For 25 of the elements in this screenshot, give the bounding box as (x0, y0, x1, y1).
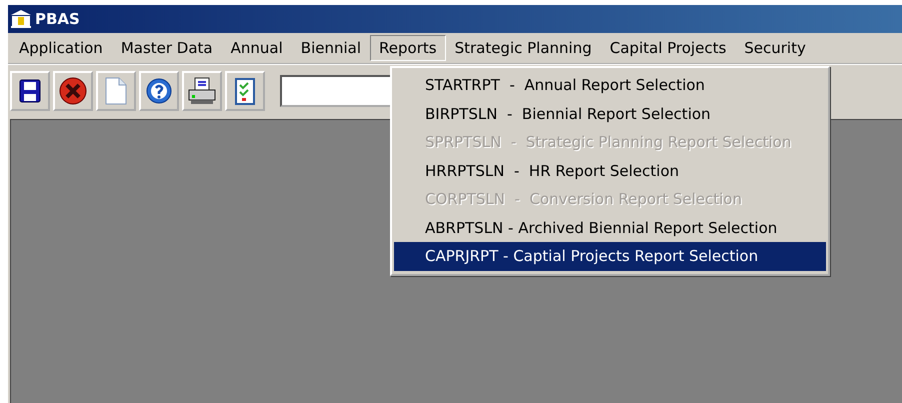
menu-item[interactable]: Annual (222, 35, 292, 61)
checklist-icon (234, 77, 256, 105)
menu-item[interactable]: Application (10, 35, 112, 61)
menu-option[interactable]: CAPRJRPT - Captial Projects Report Selection (394, 242, 826, 270)
cancel-icon (59, 77, 87, 105)
help-icon (146, 78, 172, 104)
toolbar-button[interactable] (53, 71, 93, 111)
menu-option[interactable]: HRRPTSLN - HR Report Selection (394, 156, 826, 185)
window-title: PBAS (35, 10, 80, 28)
menu-option[interactable]: ABRPTSLN - Archived Biennial Report Selection (394, 214, 826, 242)
toolbar-button[interactable] (139, 71, 179, 111)
toolbar-button[interactable] (225, 71, 265, 111)
menu-item[interactable]: Capital Projects (600, 35, 736, 61)
menu-item[interactable]: Biennial (292, 35, 370, 61)
toolbar-button[interactable] (182, 71, 222, 111)
menu-option[interactable]: BIRPTSLN - Biennial Report Selection (394, 100, 826, 128)
building-icon (10, 9, 32, 29)
menu-option[interactable]: STARTRPT - Annual Report Selection (394, 71, 826, 100)
menu-item[interactable]: Master Data (112, 35, 222, 61)
menu-item[interactable]: Strategic Planning (446, 35, 601, 61)
menu-item[interactable]: Reports (370, 35, 446, 61)
blank-page-icon (105, 77, 127, 105)
menu-item[interactable]: Security (735, 35, 815, 61)
printer-icon (187, 77, 217, 105)
toolbar-button[interactable] (10, 71, 50, 111)
